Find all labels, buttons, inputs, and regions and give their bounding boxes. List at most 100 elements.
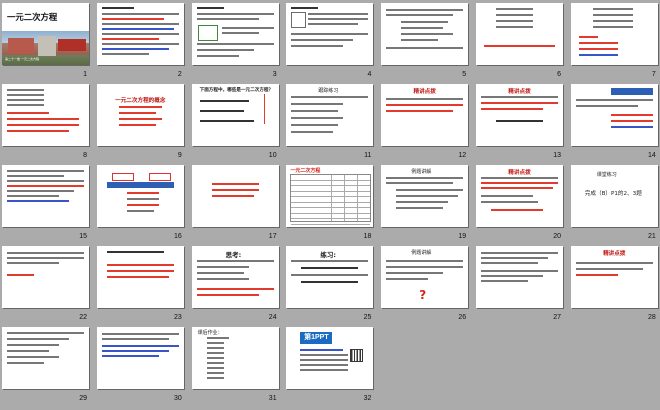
slide-preview: 思考: <box>191 246 279 308</box>
slide-preview: 跟踪练习 <box>286 84 374 146</box>
slide-thumbnail-32[interactable]: 第1PPT 32 <box>286 327 374 404</box>
slide-preview <box>96 327 184 389</box>
slide-thumbnail-2[interactable]: 2 <box>96 3 184 80</box>
slide-title: 练习: <box>320 251 336 259</box>
slide-title: 一元二次方程 <box>7 12 58 22</box>
slide-thumbnail-13[interactable]: 精讲点拨 13 <box>475 84 563 161</box>
slide-title: 课堂练习 <box>596 172 617 178</box>
slide-thumbnail-18[interactable]: 一元二次方程 18 <box>286 165 374 242</box>
slide-number: 9 <box>177 152 182 159</box>
slide-thumbnail-19[interactable]: 例题讲解 19 <box>381 165 469 242</box>
slide-preview: 精讲点拨 <box>570 246 658 308</box>
slide-number: 22 <box>79 314 87 321</box>
slide-thumbnail-25[interactable]: 练习: 25 <box>286 246 374 323</box>
slide-title: 下面方程中，哪些是一元二次方程？ <box>199 88 274 93</box>
slide-sorter-grid: 一元二次方程 第二十一章 一元二次方程 1 2 3 4 5 6 7 8 一元二次… <box>2 3 658 407</box>
slide-number: 24 <box>268 314 277 321</box>
slide-thumbnail-21[interactable]: 课堂练习 完成（B）P1的2、3题 21 <box>570 165 658 242</box>
slide-thumbnail-3[interactable]: 3 <box>191 3 279 80</box>
slide-thumbnail-24[interactable]: 思考: 24 <box>191 246 279 323</box>
slide-number: 18 <box>363 233 372 240</box>
slide-preview <box>96 165 184 227</box>
slide-number: 5 <box>462 71 467 78</box>
slide-number: 21 <box>647 233 656 240</box>
slide-thumbnail-22[interactable]: 22 <box>2 246 89 323</box>
slide-thumbnail-16[interactable]: 16 <box>96 165 184 242</box>
slide-number: 7 <box>651 71 656 78</box>
slide-preview <box>191 3 279 65</box>
slide-preview <box>191 165 279 227</box>
slide-number: 17 <box>268 233 277 240</box>
slide-number: 4 <box>367 71 372 78</box>
slide-thumbnail-9[interactable]: 一元二次方程的概念 9 <box>96 84 184 161</box>
slide-thumbnail-31[interactable]: 课后作业： 31 <box>191 327 279 404</box>
slide-preview <box>286 3 374 65</box>
slide-number: 20 <box>553 233 561 240</box>
slide-number: 29 <box>79 395 87 402</box>
slide-thumbnail-8[interactable]: 8 <box>2 84 89 161</box>
slide-title: 精讲点拨 <box>603 251 626 257</box>
slide-number: 25 <box>363 314 372 321</box>
slide-number: 31 <box>268 395 277 402</box>
slide-thumbnail-28[interactable]: 精讲点拨 28 <box>570 246 658 323</box>
slide-title: 课后作业： <box>197 330 223 336</box>
slide-preview: 课堂练习 完成（B）P1的2、3题 <box>570 165 658 227</box>
slide-thumbnail-5[interactable]: 5 <box>381 3 469 80</box>
slide-title: 一元二次方程 <box>290 168 321 174</box>
slide-thumbnail-27[interactable]: 27 <box>475 246 563 323</box>
slide-number: 12 <box>458 152 467 159</box>
slide-thumbnail-1[interactable]: 一元二次方程 第二十一章 一元二次方程 1 <box>2 3 89 80</box>
slide-number: 1 <box>83 71 87 78</box>
qr-code-icon <box>350 349 364 362</box>
slide-preview <box>2 327 89 389</box>
slide-thumbnail-29[interactable]: 29 <box>2 327 89 404</box>
slide-number: 14 <box>647 152 656 159</box>
slide-number: 27 <box>553 314 561 321</box>
slide-preview: 一元二次方程 第二十一章 一元二次方程 <box>2 3 89 65</box>
slide-title: 例题讲解 <box>411 169 432 175</box>
slide-text: 一元二次方程的概念 <box>115 98 166 104</box>
slide-caption: 第二十一章 一元二次方程 <box>5 57 39 61</box>
slide-thumbnail-11[interactable]: 跟踪练习 11 <box>286 84 374 161</box>
slide-preview <box>475 246 563 308</box>
slide-preview: 精讲点拨 <box>475 165 563 227</box>
slide-number: 19 <box>458 233 467 240</box>
slide-thumbnail-17[interactable]: 17 <box>191 165 279 242</box>
slide-thumbnail-14[interactable]: 14 <box>570 84 658 161</box>
slide-title: 跟踪练习 <box>318 88 339 94</box>
slide-thumbnail-10[interactable]: 下面方程中，哪些是一元二次方程？ 10 <box>191 84 279 161</box>
slide-thumbnail-26[interactable]: 例题讲解 ? 26 <box>381 246 469 323</box>
slide-thumbnail-15[interactable]: 15 <box>2 165 89 242</box>
slide-preview <box>2 246 89 308</box>
slide-preview: 练习: <box>286 246 374 308</box>
slide-thumbnail-6[interactable]: 6 <box>475 3 563 80</box>
slide-text: 完成（B）P1的2、3题 <box>584 191 642 197</box>
slide-number: 26 <box>458 314 467 321</box>
slide-preview: 一元二次方程的概念 <box>96 84 184 146</box>
slide-preview <box>2 84 89 146</box>
slide-thumbnail-7[interactable]: 7 <box>570 3 658 80</box>
slide-preview <box>381 3 469 65</box>
slide-thumbnail-4[interactable]: 4 <box>286 3 374 80</box>
slide-preview <box>96 246 184 308</box>
slide-thumbnail-20[interactable]: 精讲点拨 20 <box>475 165 563 242</box>
slide-title: 精讲点拨 <box>508 89 531 95</box>
slide-title: 思考: <box>225 251 242 259</box>
slide-preview: 例题讲解 <box>381 165 469 227</box>
slide-number: 2 <box>177 71 182 78</box>
slide-thumbnail-12[interactable]: 精讲点拨 12 <box>381 84 469 161</box>
site-logo: 第1PPT <box>300 332 333 344</box>
slide-preview: 课后作业： <box>191 327 279 389</box>
slide-thumbnail-23[interactable]: 23 <box>96 246 184 323</box>
slide-number: 15 <box>79 233 87 240</box>
slide-preview <box>96 3 184 65</box>
slide-number: 8 <box>83 152 87 159</box>
slide-title: 例题讲解 <box>411 250 432 256</box>
slide-number: 16 <box>174 233 182 240</box>
slide-thumbnail-30[interactable]: 30 <box>96 327 184 404</box>
slide-preview: 例题讲解 ? <box>381 246 469 308</box>
slide-number: 32 <box>363 395 372 402</box>
slide-number: 13 <box>553 152 561 159</box>
slide-preview: 精讲点拨 <box>381 84 469 146</box>
slide-preview <box>570 84 658 146</box>
